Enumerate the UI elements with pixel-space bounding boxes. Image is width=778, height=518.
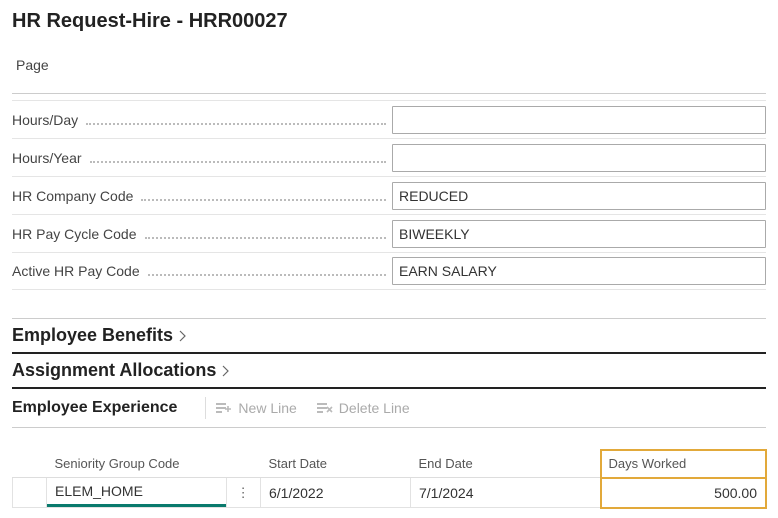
field-label-hr-company-code: HR Company Code: [12, 188, 392, 204]
hr-pay-cycle-code-input[interactable]: [392, 220, 766, 248]
table-header-row: Seniority Group Code Start Date End Date…: [13, 450, 766, 478]
cell-start-date[interactable]: 6/1/2022: [261, 481, 410, 505]
delete-line-button[interactable]: Delete Line: [317, 400, 410, 416]
row-select-handle[interactable]: [13, 478, 47, 508]
section-employee-experience: Employee Experience New Line Delete Line: [12, 389, 766, 428]
field-hr-company-code: HR Company Code: [12, 176, 766, 214]
section-assignment-allocations-label: Assignment Allocations: [12, 360, 216, 381]
field-hr-pay-cycle-code: HR Pay Cycle Code: [12, 214, 766, 252]
fields-block: Hours/Day Hours/Year HR Company Code HR …: [12, 100, 766, 290]
delete-line-icon: [317, 401, 333, 415]
cell-end-date[interactable]: 7/1/2024: [411, 481, 600, 505]
field-active-hr-pay-code: Active HR Pay Code: [12, 252, 766, 290]
col-header-end-date[interactable]: End Date: [411, 450, 601, 478]
divider: [205, 397, 206, 419]
col-header-days-worked[interactable]: Days Worked: [601, 450, 766, 478]
field-label-active-hr-pay-code: Active HR Pay Code: [12, 263, 392, 279]
field-hours-day: Hours/Day: [12, 100, 766, 138]
section-employee-benefits[interactable]: Employee Benefits: [12, 319, 766, 352]
field-label-hr-pay-cycle-code: HR Pay Cycle Code: [12, 226, 392, 242]
page-title: HR Request-Hire - HRR00027: [12, 10, 766, 33]
table-row[interactable]: ELEM_HOME ⋮ 6/1/2022 7/1/2024 500.00: [13, 478, 766, 508]
new-line-label: New Line: [238, 400, 296, 416]
chevron-right-icon: [179, 330, 187, 342]
col-header-start-date[interactable]: Start Date: [261, 450, 411, 478]
hours-day-input[interactable]: [392, 106, 766, 134]
page-breadcrumb: Page: [12, 51, 766, 94]
section-assignment-allocations[interactable]: Assignment Allocations: [12, 354, 766, 387]
hours-year-input[interactable]: [392, 144, 766, 172]
field-label-hours-day: Hours/Day: [12, 112, 392, 128]
new-line-button[interactable]: New Line: [216, 400, 296, 416]
active-hr-pay-code-input[interactable]: [392, 257, 766, 285]
chevron-right-icon: [222, 365, 230, 377]
col-header-seniority[interactable]: Seniority Group Code: [47, 450, 227, 478]
experience-table: Seniority Group Code Start Date End Date…: [12, 450, 766, 508]
section-employee-benefits-label: Employee Benefits: [12, 325, 173, 346]
vertical-dots-icon: ⋮: [236, 485, 250, 501]
field-hours-year: Hours/Year: [12, 138, 766, 176]
new-line-icon: [216, 401, 232, 415]
cell-days-worked[interactable]: 500.00: [601, 481, 765, 505]
delete-line-label: Delete Line: [339, 400, 410, 416]
section-employee-experience-label: Employee Experience: [12, 399, 195, 417]
field-label-hours-year: Hours/Year: [12, 150, 392, 166]
hr-company-code-input[interactable]: [392, 182, 766, 210]
